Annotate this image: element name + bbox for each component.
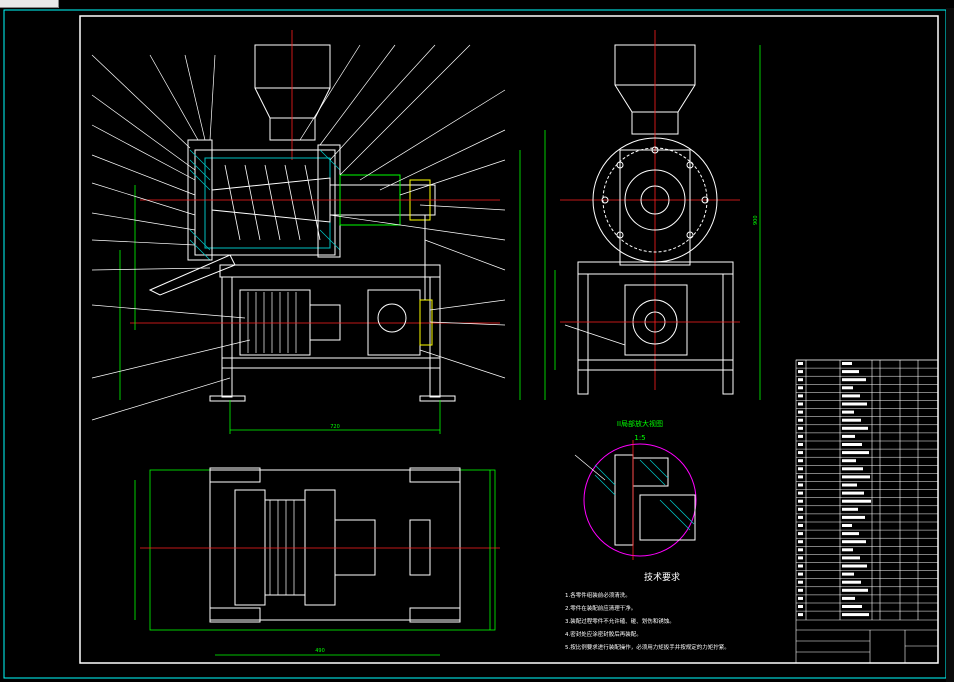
side-height-dimension: 900 [753,215,759,225]
parts-row-entry [842,475,870,479]
reducer [367,289,421,356]
vertical-scrollbar[interactable] [946,8,954,682]
parts-row-entry [798,556,803,560]
tech-item-4: 4.密封处应涂密封胶后再装配。 [565,630,642,638]
parts-row-entry [842,386,853,390]
parts-row-entry [842,515,865,519]
tech-item-5: 5.按比例要求进行装配操作，必须用力矩扳手并按规定的力矩拧紧。 [565,643,730,651]
top-width-dimension: 490 [315,648,325,654]
parts-row-entry [798,507,803,511]
tech-requirements-heading: 技术要求 [644,571,680,583]
parts-row-entry [842,588,868,592]
tech-item-1: 1.各零件组装前必须清洗。 [565,591,631,599]
parts-row-entry [842,443,862,446]
tech-item-3: 3.装配过程零件不允许磕、碰、划伤和锈蚀。 [565,617,675,625]
parts-row-entry [798,548,803,552]
parts-row-entry [842,580,861,584]
parts-row-entry [842,532,859,536]
parts-row-entry [798,580,803,584]
parts-row-entry [798,596,803,600]
parts-row-entry [798,605,803,608]
parts-row-entry [798,491,803,495]
parts-row-entry [798,532,803,536]
parts-row-entry [798,613,803,617]
tech-item-2: 2.零件在装配前应清理干净。 [565,604,636,612]
parts-row-entry [798,483,803,487]
parts-row-entry [842,507,858,511]
outer-border [3,9,947,679]
parts-row-entry [798,467,803,471]
parts-row-entry [798,394,803,398]
parts-row-entry [842,402,867,406]
tech-requirements: 技术要求 1.各零件组装前必须清洗。 2.零件在装配前应清理干净。 3.装配过程… [565,571,730,651]
parts-row-entry [798,524,803,527]
parts-row-entry [842,556,860,560]
parts-row-entry [842,434,855,438]
parts-row-entry [842,540,866,544]
parts-row-entry [842,524,852,527]
parts-row-entry [798,410,803,414]
detail-view-scale: 1:5 [634,434,645,442]
front-width-dimension: 720 [330,424,340,430]
parts-row-entry [842,451,869,455]
parts-row-entry [798,386,803,390]
parts-row-entry [798,370,803,374]
parts-row-entry [842,613,869,617]
motor [239,289,311,356]
parts-row-entry [798,475,803,479]
machine-frame [219,264,441,278]
parts-row-entry [842,426,868,430]
parts-row-entry [798,426,803,430]
side-view: 900 [544,30,761,400]
parts-row-entry [842,394,860,398]
parts-row-entry [798,362,803,365]
parts-list-entries [798,362,871,617]
parts-row-entry [842,499,871,503]
parts-row-entry [842,605,862,608]
parts-row-entry [842,418,861,422]
top-view: 490 [134,467,500,656]
parts-row-entry [842,572,854,576]
parts-row-entry [798,418,803,422]
parts-row-entry [842,459,856,463]
parts-row-entry [798,515,803,519]
parts-list-rows [796,359,938,612]
cad-drawing-canvas[interactable]: 720 900 490 II局部放大视图 1:5 技术要求 1.各零件组装前必须… [0,0,954,682]
parts-row-entry [798,434,803,438]
parts-row-entry [798,402,803,406]
front-view: 720 [91,30,521,434]
parts-row-entry [798,564,803,568]
detail-view: II局部放大视图 1:5 [574,419,697,560]
parts-row-entry [798,572,803,576]
parts-row-entry [798,378,803,382]
parts-row-entry [842,467,863,471]
parts-row-entry [798,451,803,455]
parts-row-entry [842,362,852,365]
parts-row-entry [842,483,857,487]
parts-row-entry [798,540,803,544]
parts-row-entry [842,491,864,495]
parts-row-entry [798,459,803,463]
parts-row-entry [842,596,855,600]
parts-row-entry [842,410,854,414]
detail-view-title: II局部放大视图 [617,419,663,428]
parts-row-entry [842,564,867,568]
parts-row-entry [842,548,853,552]
parts-row-entry [798,588,803,592]
parts-row-entry [798,499,803,503]
parts-row-entry [798,443,803,446]
parts-row-entry [842,378,866,382]
inner-frame [79,15,939,664]
parts-row-entry [842,370,859,374]
hopper [254,44,331,119]
